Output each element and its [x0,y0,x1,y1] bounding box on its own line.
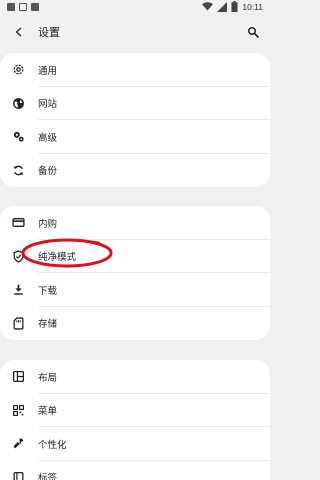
settings-item-label: 备份 [38,166,58,178]
layout-icon [11,370,25,384]
settings-card-appearance: 布局 菜单 个性化 标签 [0,360,270,480]
settings-item-storage[interactable]: 存储 [0,307,270,341]
search-button[interactable] [244,23,262,41]
battery-icon [231,1,238,12]
globe-icon [11,96,25,110]
sync-icon [11,163,25,177]
settings-item-tabs[interactable]: 标签 [0,461,270,480]
search-icon [248,27,259,38]
settings-item-download[interactable]: 下载 [0,273,270,307]
settings-card-features: 内购 纯净模式 下载 存储 [0,206,270,340]
page-title: 设置 [38,26,60,39]
settings-item-pure-mode[interactable]: 纯净模式 [0,240,270,274]
wrench-icon [11,437,25,451]
settings-item-websites[interactable]: 网站 [0,87,270,121]
settings-item-label: 布局 [38,372,58,384]
settings-item-purchase[interactable]: 内购 [0,206,270,240]
settings-item-label: 内购 [38,218,58,230]
status-bar: 10:11 [0,0,270,16]
settings-item-label: 高级 [38,132,58,144]
settings-item-label: 通用 [38,65,58,77]
shield-icon [11,249,25,263]
gears-icon [11,130,25,144]
settings-item-label: 菜单 [38,406,58,418]
settings-item-layout[interactable]: 布局 [0,360,270,394]
settings-item-label: 存储 [38,319,58,331]
settings-item-general[interactable]: 通用 [0,53,270,87]
back-arrow-icon [15,27,22,37]
notification-text-icon [31,3,39,11]
app-header: 设置 [0,18,270,46]
settings-item-label: 下载 [38,285,58,297]
notification-app-icon [7,3,15,11]
gear-icon [11,63,25,77]
wifi-icon [202,2,214,11]
signal-icon [217,1,228,12]
status-time: 10:11 [242,1,263,12]
credit-card-icon [11,216,25,230]
settings-item-label: 网站 [38,99,58,111]
settings-card-general: 通用 网站 高级 备份 [0,53,270,187]
qr-menu-icon [11,403,25,417]
settings-item-backup[interactable]: 备份 [0,154,270,188]
settings-item-personalize[interactable]: 个性化 [0,427,270,461]
notification-image-icon [19,3,27,11]
download-icon [11,283,25,297]
notification-icons [7,3,39,11]
settings-item-label: 个性化 [38,439,67,451]
tabs-icon [11,470,25,480]
back-button[interactable] [10,23,28,41]
settings-item-label: 纯净模式 [38,252,77,264]
settings-item-label: 标签 [38,473,58,480]
sd-card-icon [11,316,25,330]
settings-item-advanced[interactable]: 高级 [0,120,270,154]
settings-item-menu[interactable]: 菜单 [0,394,270,428]
